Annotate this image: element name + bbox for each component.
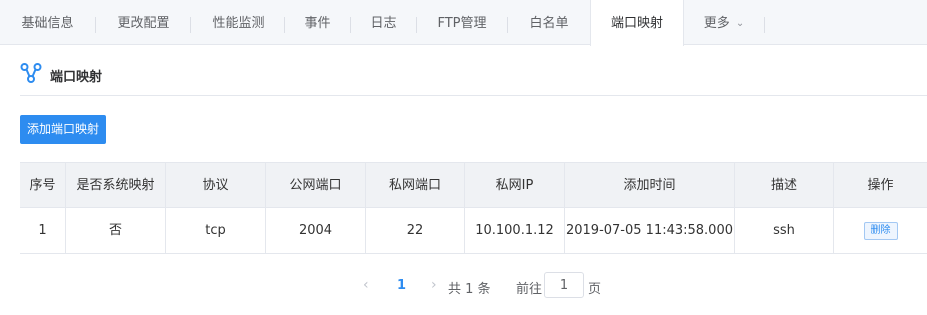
column-header-added-time: 添加时间	[565, 163, 735, 207]
table-row: 1 否 tcp 2004 22 10.100.1.12 2019-07-05 1…	[20, 208, 927, 254]
cell-private-ip: 10.100.1.12	[465, 208, 565, 253]
page-suffix: 页	[588, 282, 602, 297]
goto-page-input[interactable]	[544, 272, 584, 298]
network-branch-icon	[20, 63, 42, 83]
tab-bar: 基础信息 更改配置 性能监测 事件 日志 FTP管理 白名单 端口映射 更多 ⌄	[0, 0, 927, 46]
cell-index: 1	[20, 208, 66, 253]
column-header-description: 描述	[735, 163, 834, 207]
goto-label: 前往	[516, 282, 543, 297]
section-title: 端口映射	[50, 70, 103, 85]
delete-button[interactable]: 删除	[863, 221, 898, 240]
cell-description: ssh	[735, 208, 834, 253]
table-header-row: 序号 是否系统映射 协议 公网端口 私网端口 私网IP 添加时间 描述 操作	[20, 163, 927, 208]
tab-change-config[interactable]: 更改配置	[96, 0, 191, 45]
tab-ftp[interactable]: FTP管理	[417, 0, 507, 45]
tab-performance[interactable]: 性能监测	[191, 0, 286, 45]
cell-actions: 删除	[834, 208, 927, 253]
cell-protocol: tcp	[166, 208, 266, 253]
column-header-public-port: 公网端口	[266, 163, 366, 207]
column-header-protocol: 协议	[166, 163, 266, 207]
tab-more[interactable]: 更多 ⌄	[684, 0, 764, 45]
cell-private-port: 22	[366, 208, 465, 253]
column-header-is-system: 是否系统映射	[66, 163, 166, 207]
total-count: 共 1 条	[448, 282, 491, 297]
next-page-icon[interactable]: ›	[431, 277, 437, 293]
tab-basic-info[interactable]: 基础信息	[0, 0, 95, 45]
add-port-mapping-button[interactable]: 添加端口映射	[20, 115, 106, 144]
cell-added-time: 2019-07-05 11:43:58.000	[565, 208, 735, 253]
tab-divider	[764, 17, 765, 33]
page-number[interactable]: 1	[397, 278, 406, 293]
tab-events[interactable]: 事件	[285, 0, 350, 45]
prev-page-icon[interactable]: ‹	[363, 277, 369, 293]
column-header-private-ip: 私网IP	[465, 163, 565, 207]
tab-whitelist[interactable]: 白名单	[508, 0, 590, 45]
tab-logs[interactable]: 日志	[351, 0, 416, 45]
cell-public-port: 2004	[266, 208, 366, 253]
column-header-index: 序号	[20, 163, 66, 207]
section-header: 端口映射	[20, 60, 927, 96]
column-header-actions: 操作	[867, 178, 894, 193]
cell-is-system: 否	[66, 208, 166, 253]
column-header-private-port: 私网端口	[366, 163, 465, 207]
tab-more-label: 更多	[703, 16, 730, 31]
port-mapping-table: 序号 是否系统映射 协议 公网端口 私网端口 私网IP 添加时间 描述 操作 1…	[20, 162, 927, 254]
tab-port-mapping[interactable]: 端口映射	[590, 0, 684, 46]
chevron-down-icon: ⌄	[735, 18, 745, 29]
